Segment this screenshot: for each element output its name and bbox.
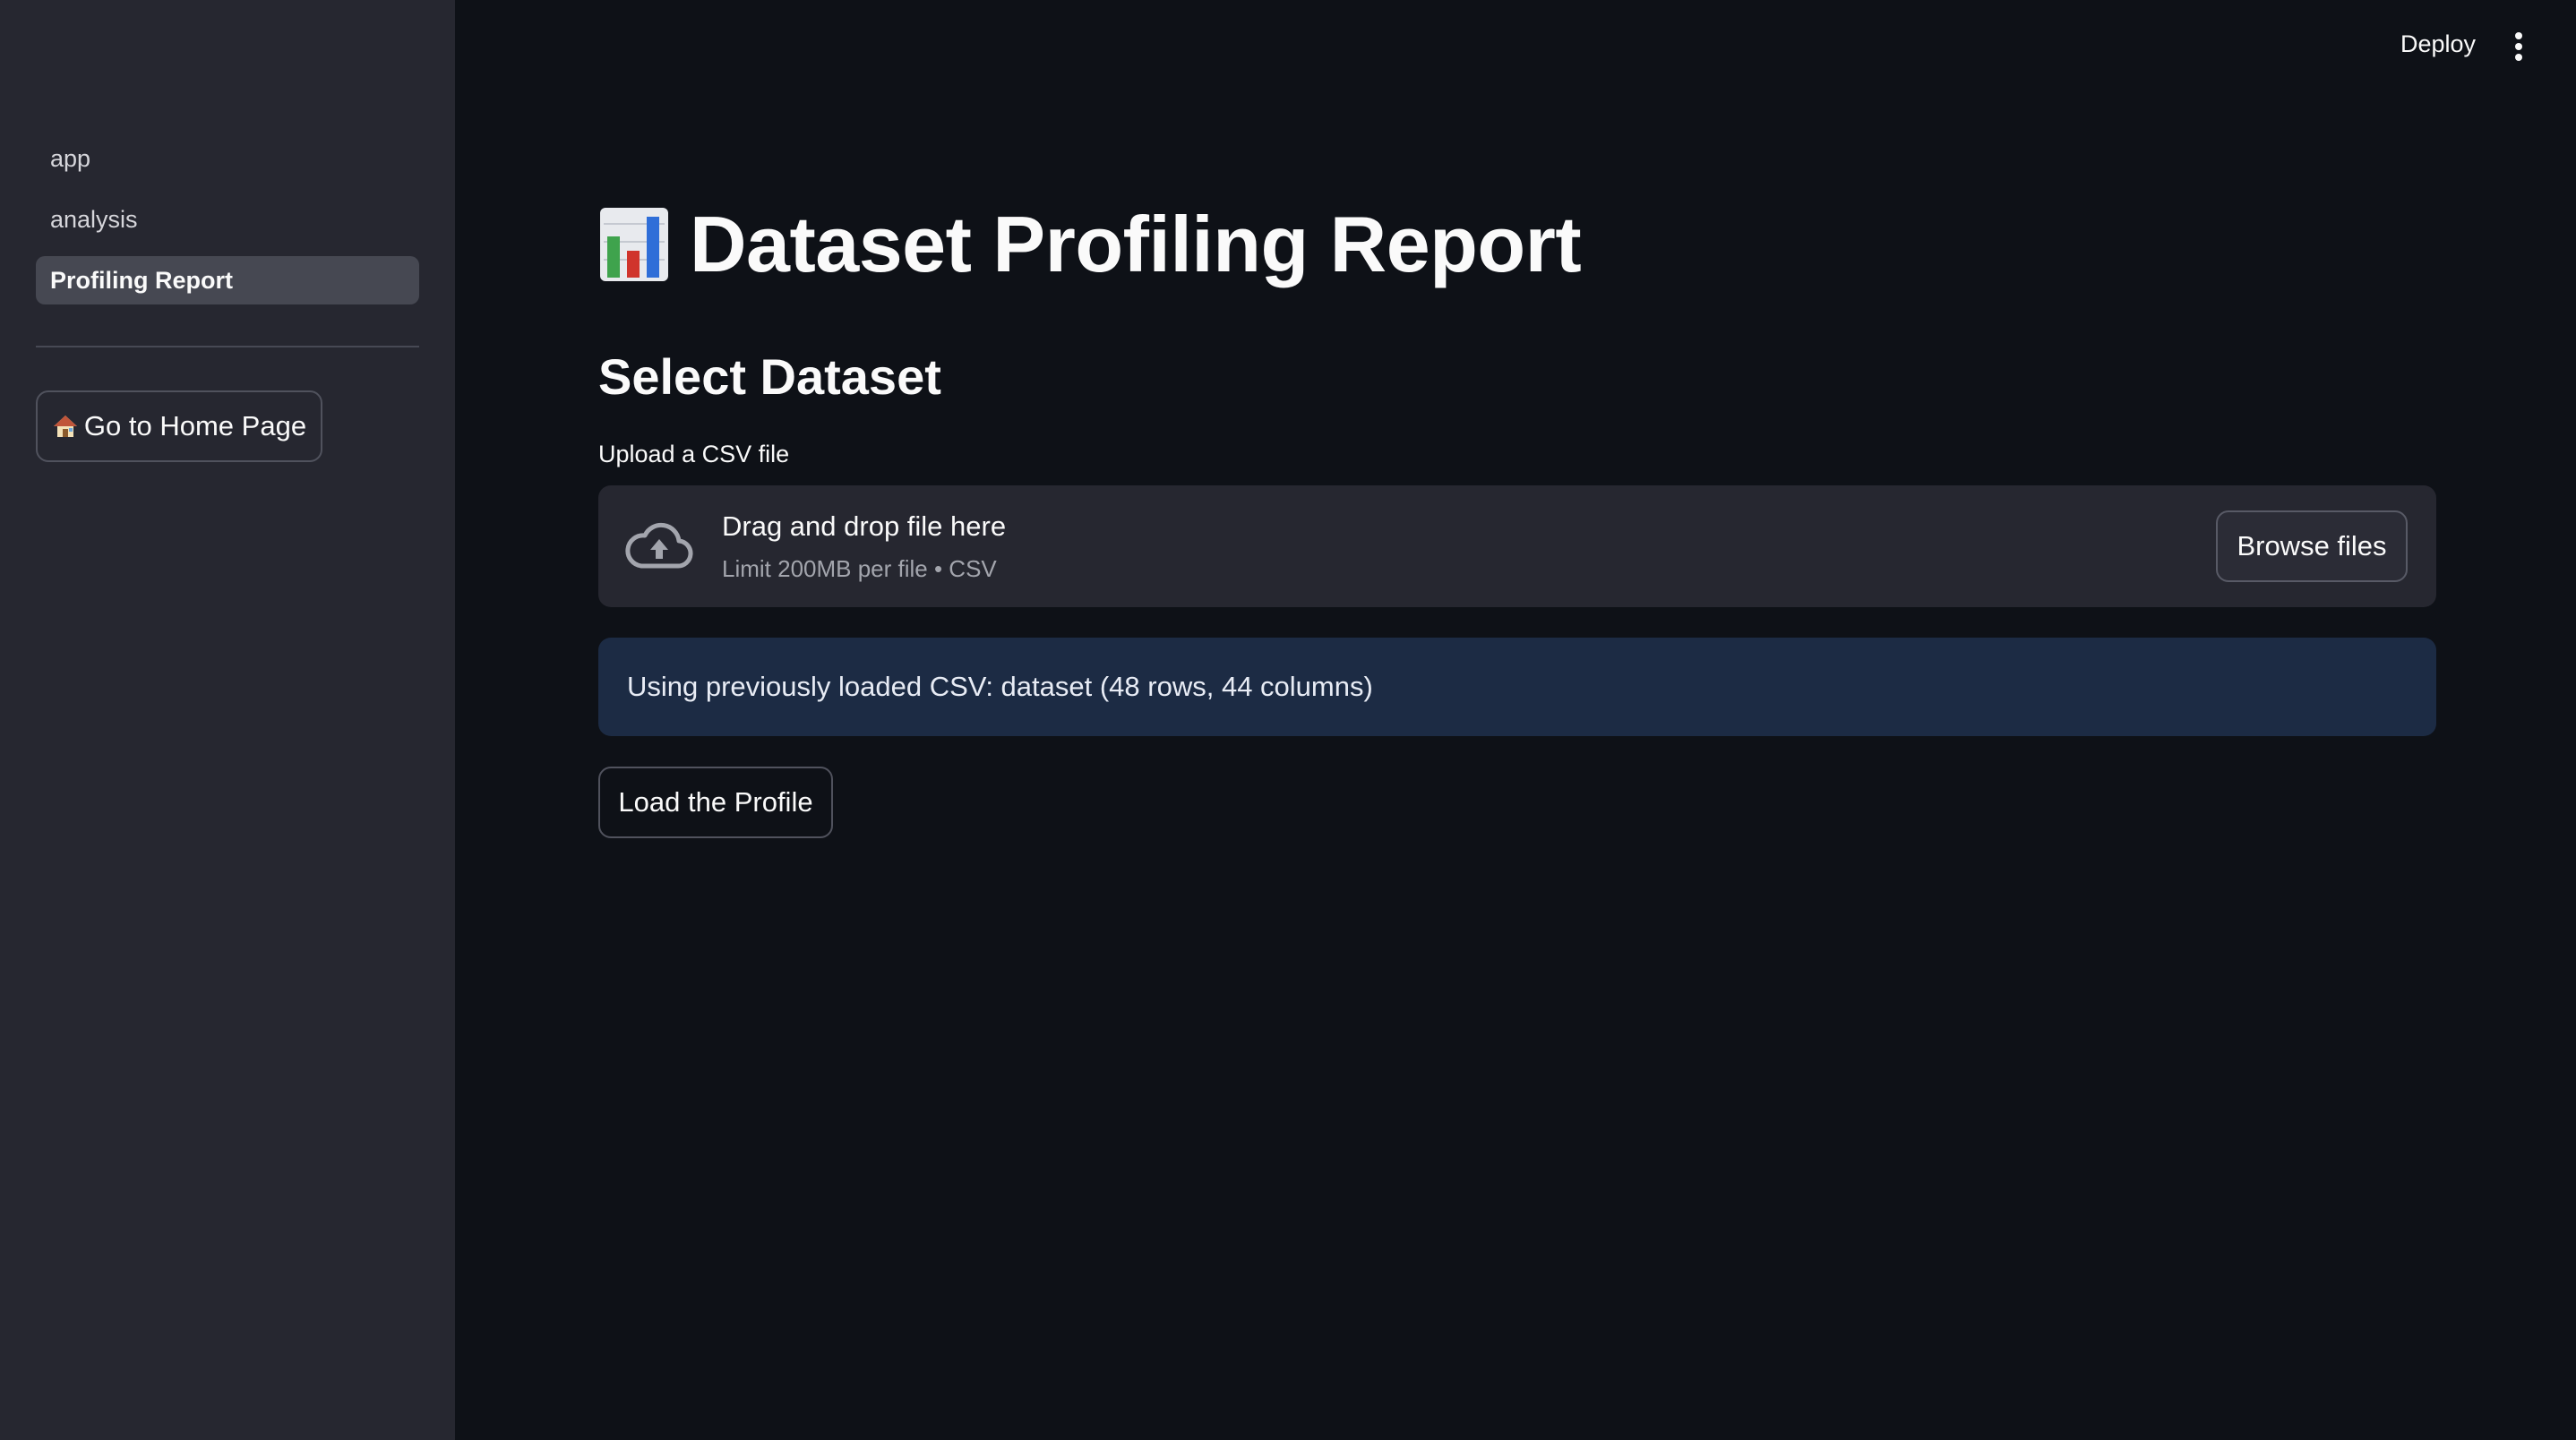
drag-drop-text: Drag and drop file here bbox=[722, 510, 1007, 542]
sidebar-item-profiling-report[interactable]: Profiling Report bbox=[36, 256, 419, 304]
load-profile-button[interactable]: Load the Profile bbox=[598, 767, 833, 838]
bar-chart-icon bbox=[600, 208, 668, 281]
go-to-home-page-label: Go to Home Page bbox=[83, 410, 307, 441]
upload-limit-text: Limit 200MB per file • CSV bbox=[722, 555, 997, 582]
sidebar-divider bbox=[36, 346, 419, 347]
cloud-upload-icon bbox=[625, 522, 693, 569]
go-to-home-page-button[interactable]: Go to Home Page bbox=[36, 390, 322, 462]
page-title: Dataset Profiling Report bbox=[690, 200, 1582, 288]
title-row: Dataset Profiling Report bbox=[598, 199, 1582, 290]
browse-files-button[interactable]: Browse files bbox=[2216, 510, 2408, 582]
sidebar-item-analysis[interactable]: analysis bbox=[36, 195, 419, 244]
sidebar-item-app[interactable]: app bbox=[36, 134, 419, 183]
upload-label: Upload a CSV file bbox=[598, 441, 790, 467]
file-dropzone[interactable]: Drag and drop file here Limit 200MB per … bbox=[598, 485, 2436, 607]
vertical-dots-icon[interactable] bbox=[2510, 32, 2528, 63]
info-message: Using previously loaded CSV: dataset (48… bbox=[598, 638, 2436, 736]
sidebar: app analysis Profiling Report Go to Home… bbox=[0, 0, 455, 1440]
sidebar-nav: app analysis Profiling Report bbox=[36, 134, 419, 317]
house-icon bbox=[52, 413, 79, 440]
select-dataset-heading: Select Dataset bbox=[598, 348, 941, 405]
info-message-text: Using previously loaded CSV: dataset (48… bbox=[627, 671, 1373, 702]
deploy-button[interactable]: Deploy bbox=[2400, 30, 2476, 58]
